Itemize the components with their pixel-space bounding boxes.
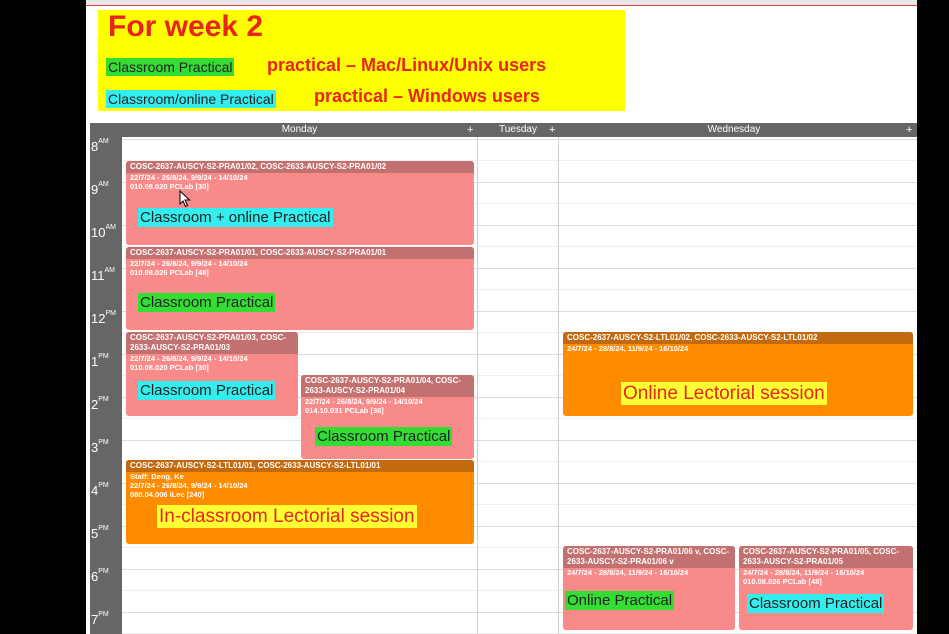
event-detail: 22/7/24 - 26/8/24, 9/9/24 - 14/10/24	[305, 397, 423, 406]
event-detail: 080.04.006 iLec [240]	[130, 490, 205, 499]
event-detail: 22/7/24 - 26/8/24, 9/9/24 - 14/10/24	[130, 173, 248, 182]
day-header-monday[interactable]: Monday	[122, 123, 477, 137]
event-detail: 010.08.020 PCLab [30]	[130, 363, 209, 372]
calendar-header: Monday + Tuesday + Wednesday +	[90, 123, 917, 137]
hour-label: 10AM	[91, 224, 116, 240]
calendar-event[interactable]: COSC-2637-AUSCY-S2-PRA01/05, COSC-2633-A…	[739, 546, 913, 630]
event-title: COSC-2637-AUSCY-S2-PRA01/06 v, COSC-2633…	[563, 546, 735, 568]
add-monday-button[interactable]: +	[467, 123, 473, 137]
legend-box: For week 2 Classroom Practical practical…	[98, 10, 625, 111]
legend-desc-mac: practical – Mac/Linux/Unix users	[267, 55, 547, 75]
add-tuesday-button[interactable]: +	[549, 123, 555, 137]
event-category-label: Online Practical	[565, 591, 675, 610]
hour-gridline	[122, 139, 917, 140]
calendar-event[interactable]: COSC-2637-AUSCY-S2-PRA01/06 v, COSC-2633…	[563, 546, 735, 630]
hour-label: 8AM	[91, 138, 109, 154]
hour-label: 2PM	[91, 396, 109, 412]
event-detail: 22/7/24 - 26/8/24, 9/9/24 - 14/10/24	[130, 481, 248, 490]
event-category-label: Classroom Practical	[315, 427, 453, 446]
event-title: COSC-2637-AUSCY-S2-PRA01/04, COSC-2633-A…	[301, 375, 474, 397]
event-category-label: Classroom + online Practical	[138, 208, 333, 227]
hour-gridline	[122, 440, 917, 441]
calendar-event[interactable]: COSC-2637-AUSCY-S2-PRA01/03, COSC-2633-A…	[126, 332, 298, 416]
timetable-page: For week 2 Classroom Practical practical…	[86, 0, 917, 634]
hour-label: 1PM	[91, 353, 109, 369]
event-title: COSC-2637-AUSCY-S2-LTL01/01, COSC-2633-A…	[126, 460, 474, 472]
event-detail: 24/7/24 - 28/8/24, 11/9/24 - 16/10/24	[743, 568, 865, 577]
top-border	[86, 0, 917, 6]
legend-title: For week 2	[108, 10, 264, 43]
event-category-label: Classroom Practical	[138, 381, 276, 400]
hour-label: 6PM	[91, 568, 109, 584]
hour-label: 9AM	[91, 181, 109, 197]
event-detail: 22/7/24 - 26/8/24, 9/9/24 - 14/10/24	[130, 259, 248, 268]
event-detail: 014.10.031 PCLab [36]	[305, 406, 384, 415]
hour-label: 11AM	[91, 267, 115, 283]
day-header-wednesday[interactable]: Wednesday	[559, 123, 909, 137]
calendar-event[interactable]: COSC-2637-AUSCY-S2-LTL01/02, COSC-2633-A…	[563, 332, 913, 416]
event-category-label: In-classroom Lectorial session	[157, 505, 417, 528]
event-title: COSC-2637-AUSCY-S2-PRA01/05, COSC-2633-A…	[739, 546, 913, 568]
event-category-label: Online Lectorial session	[621, 382, 827, 405]
hour-label: 3PM	[91, 439, 109, 455]
legend-swatch-online: Classroom/online Practical	[106, 90, 276, 108]
event-detail: 22/7/24 - 26/8/24, 9/9/24 - 14/10/24	[130, 354, 248, 363]
calendar-event[interactable]: COSC-2637-AUSCY-S2-PRA01/04, COSC-2633-A…	[301, 375, 474, 459]
event-detail: 010.08.026 PCLab [48]	[130, 268, 209, 277]
day-divider	[477, 137, 478, 634]
hour-label: 7PM	[91, 611, 109, 627]
hour-label: 5PM	[91, 525, 109, 541]
legend-desc-windows: practical – Windows users	[314, 86, 540, 106]
week-calendar: Monday + Tuesday + Wednesday + 8AM 9AM 10A…	[90, 123, 917, 634]
event-detail: 24/7/24 - 28/8/24, 11/9/24 - 16/10/24	[567, 568, 689, 577]
event-detail: Staff: Deng, Ke	[130, 472, 184, 481]
legend-swatch-classroom: Classroom Practical	[106, 58, 235, 76]
event-detail: 010.08.026 PCLab [48]	[743, 577, 822, 586]
half-hour-gridline	[122, 418, 917, 419]
calendar-event[interactable]: COSC-2637-AUSCY-S2-LTL01/01, COSC-2633-A…	[126, 460, 474, 544]
day-divider	[558, 137, 559, 634]
event-category-label: Classroom Practical	[747, 594, 885, 613]
mouse-cursor-icon	[179, 190, 191, 208]
event-category-label: Classroom Practical	[138, 293, 276, 312]
calendar-event[interactable]: COSC-2637-AUSCY-S2-PRA01/01, COSC-2633-A…	[126, 247, 474, 330]
event-title: COSC-2637-AUSCY-S2-LTL01/02, COSC-2633-A…	[563, 332, 913, 344]
add-wednesday-button[interactable]: +	[906, 123, 912, 137]
event-title: COSC-2637-AUSCY-S2-PRA01/02, COSC-2633-A…	[126, 161, 474, 173]
day-header-tuesday[interactable]: Tuesday	[478, 123, 558, 137]
hour-label: 12PM	[91, 310, 116, 326]
event-detail: 24/7/24 - 28/8/24, 11/9/24 - 16/10/24	[567, 344, 689, 353]
event-title: COSC-2637-AUSCY-S2-PRA01/01, COSC-2633-A…	[126, 247, 474, 259]
event-title: COSC-2637-AUSCY-S2-PRA01/03, COSC-2633-A…	[126, 332, 298, 354]
hour-label: 4PM	[91, 482, 109, 498]
time-gutter: 8AM 9AM 10AM 11AM 12PM 1PM 2PM 3PM 4PM 5PM 6PM 7PM	[90, 137, 122, 634]
